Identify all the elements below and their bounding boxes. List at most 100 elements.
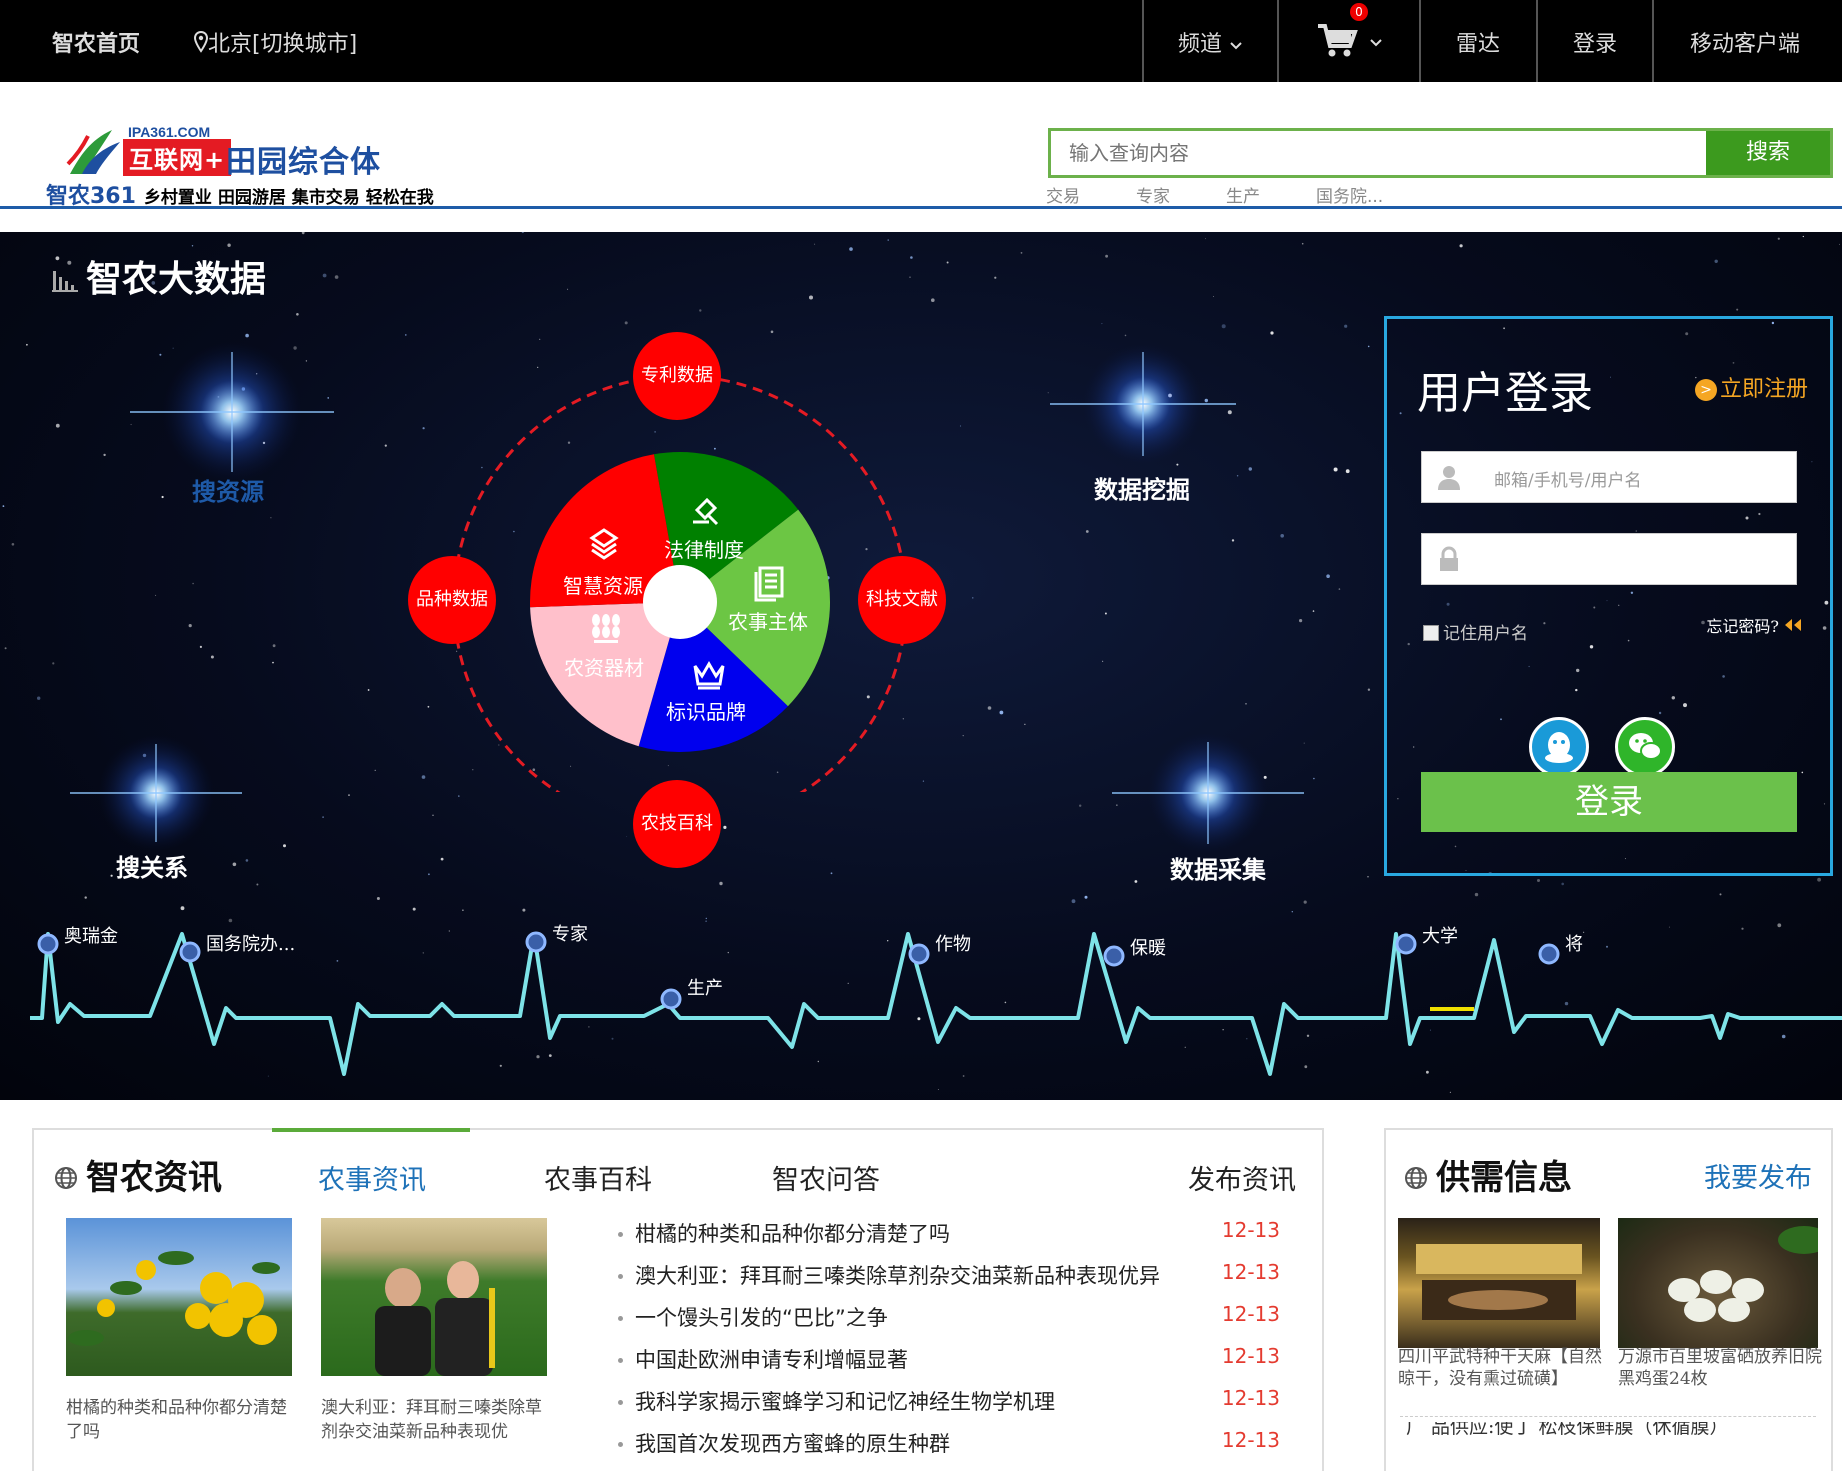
supply-thumb-eggs[interactable]	[1618, 1218, 1818, 1348]
wave-label[interactable]: 生产	[687, 974, 723, 1000]
wave-label[interactable]: 将	[1565, 930, 1583, 956]
news-item-date: 12-13	[1221, 1386, 1280, 1410]
wave-dot[interactable]	[660, 988, 682, 1010]
news-thumb-caption[interactable]: 澳大利亚：拜耳耐三嗪类除草剂杂交油菜新品种表现优	[321, 1396, 547, 1444]
heartbeat-wave	[30, 931, 1842, 1076]
mobile-client-link[interactable]: 移动客户端	[1690, 26, 1800, 58]
leaf-logo-icon	[66, 130, 120, 174]
hot-keyword[interactable]: 国务院...	[1316, 182, 1383, 207]
wave-label[interactable]: 保暖	[1130, 934, 1166, 960]
radar-link[interactable]: 雷达	[1456, 26, 1500, 58]
search-bar: 搜索	[1048, 128, 1833, 178]
wave-label[interactable]: 作物	[935, 930, 971, 956]
news-section: 智农资讯 农事资讯 农事百科 智农问答 发布资讯 柑橘的种类和品种你都分清楚了吗…	[32, 1128, 1324, 1471]
divider	[1142, 0, 1144, 82]
wave-label[interactable]: 大学	[1422, 922, 1458, 948]
news-thumb-caption[interactable]: 柑橘的种类和品种你都分清楚了吗	[66, 1396, 292, 1444]
bigdata-panel: 智农大数据 搜资源 数据挖掘 搜关系 数据采集 法律制度 智慧资源 农事主体 农…	[0, 232, 1842, 1100]
supply-list-item[interactable]: 广 品供应:使丁 松枝保鲜膜（休循膜）	[1406, 1422, 1816, 1436]
wave-label[interactable]: 奥瑞金	[64, 922, 118, 948]
news-list-item[interactable]: 我国首次发现西方蜜蜂的原生种群 12-13	[618, 1428, 1298, 1470]
wave-label[interactable]: 专家	[552, 920, 588, 946]
channel-menu[interactable]: 频道	[1178, 26, 1243, 58]
supply-thumb-caption[interactable]: 四川平武特种干天麻【自然晾干，没有熏过硫磺】	[1398, 1346, 1604, 1390]
location-pin-icon	[193, 30, 209, 53]
wave-dot[interactable]	[1395, 933, 1417, 955]
cart-button[interactable]	[1316, 20, 1383, 66]
news-thumb-canola[interactable]	[321, 1218, 547, 1376]
news-list-item[interactable]: 柑橘的种类和品种你都分清楚了吗 12-13	[618, 1218, 1298, 1260]
bullet	[618, 1316, 623, 1321]
logo-complex: 田园综合体	[226, 145, 381, 180]
hot-keyword[interactable]: 交易	[1046, 182, 1080, 207]
cart-count-badge: 0	[1350, 3, 1368, 21]
bullet	[618, 1442, 623, 1447]
logo-slogan: 乡村置业 田园游居 集市交易 轻松在我	[143, 188, 434, 208]
divider	[1400, 1416, 1816, 1417]
publish-supply-link[interactable]: 我要发布	[1704, 1156, 1812, 1195]
news-list-item[interactable]: 一个馒头引发的“巴比”之争 12-13	[618, 1302, 1298, 1344]
supply-title-text: 供需信息	[1436, 1158, 1572, 1198]
tab-farm-news[interactable]: 农事资讯	[318, 1158, 426, 1197]
bullet	[618, 1400, 623, 1405]
wave-label[interactable]: 国务院办...	[206, 930, 295, 956]
news-item-title: 柑橘的种类和品种你都分清楚了吗	[635, 1222, 950, 1246]
wave-dot[interactable]	[908, 943, 930, 965]
supply-section: 供需信息 我要发布 四川平武特种干天麻【自然晾干，没有熏过硫磺】 万源市百里坡富…	[1384, 1128, 1833, 1471]
wave-dot[interactable]	[1538, 943, 1560, 965]
hot-keyword[interactable]: 生产	[1226, 182, 1260, 207]
divider	[1419, 0, 1421, 82]
shopping-cart-icon	[1318, 24, 1358, 57]
supply-thumb-tianma[interactable]	[1398, 1218, 1600, 1348]
site-header: IPA361.COM 互联网+ 田园综合体 智农361 乡村置业 田园游居 集市交…	[0, 82, 1842, 232]
bullet	[618, 1274, 623, 1279]
news-list-item[interactable]: 澳大利亚：拜耳耐三嗪类除草剂杂交油菜新品种表现优异 12-13	[618, 1260, 1298, 1302]
tab-qa[interactable]: 智农问答	[772, 1158, 880, 1197]
news-thumb-citrus[interactable]	[66, 1218, 292, 1376]
eggs-image	[1668, 1226, 1818, 1322]
news-list-item[interactable]: 我科学家揭示蜜蜂学习和记忆神经生物学机理 12-13	[618, 1386, 1298, 1428]
news-item-title: 一个馒头引发的“巴比”之争	[635, 1306, 888, 1330]
channel-label: 频道	[1178, 32, 1223, 57]
wave-dot[interactable]	[37, 933, 59, 955]
news-item-title: 中国赴欧洲申请专利增幅显著	[635, 1348, 908, 1372]
top-nav-bar: 智农首页 北京[切换城市] 频道 0 雷达 登录 移动客户端	[0, 0, 1842, 82]
logo-internet-plus: 互联网+	[123, 139, 232, 176]
news-item-date: 12-13	[1221, 1302, 1280, 1326]
news-item-title: 我国首次发现西方蜜蜂的原生种群	[635, 1432, 950, 1456]
tab-farm-encyclopedia[interactable]: 农事百科	[544, 1158, 652, 1197]
header-divider	[0, 206, 1842, 209]
search-button[interactable]: 搜索	[1706, 131, 1830, 175]
location-switcher[interactable]: 北京[切换城市]	[193, 26, 358, 58]
login-link[interactable]: 登录	[1573, 26, 1617, 58]
wave-dot[interactable]	[179, 941, 201, 963]
wave-dot[interactable]	[525, 931, 547, 953]
wave-dot[interactable]	[1103, 945, 1125, 967]
hot-keyword[interactable]: 专家	[1136, 182, 1170, 207]
globe-icon	[55, 1167, 77, 1189]
news-item-date: 12-13	[1221, 1218, 1280, 1242]
active-tab-indicator	[272, 1128, 470, 1132]
news-item-date: 12-13	[1221, 1344, 1280, 1368]
news-section-title: 智农资讯	[54, 1150, 222, 1199]
divider	[1277, 0, 1279, 82]
home-link[interactable]: 智农首页	[52, 26, 140, 58]
bullet	[618, 1358, 623, 1363]
location-label: 北京[切换城市]	[208, 32, 358, 57]
divider	[1652, 0, 1654, 82]
news-item-date: 12-13	[1221, 1428, 1280, 1452]
farmers-image	[375, 1261, 495, 1376]
news-item-date: 12-13	[1221, 1260, 1280, 1284]
search-input[interactable]	[1051, 131, 1691, 175]
news-list-item[interactable]: 中国赴欧洲申请专利增幅显著 12-13	[618, 1344, 1298, 1386]
news-title-text: 智农资讯	[86, 1158, 222, 1198]
supply-thumb-caption[interactable]: 万源市百里坡富硒放养旧院黑鸡蛋24枚	[1618, 1346, 1824, 1390]
citrus-image	[68, 1251, 280, 1346]
chevron-down-icon	[1230, 42, 1242, 50]
news-item-title: 我科学家揭示蜜蜂学习和记忆神经生物学机理	[635, 1390, 1055, 1414]
publish-news-link[interactable]: 发布资讯	[1188, 1158, 1296, 1197]
globe-icon	[1405, 1167, 1427, 1189]
chevron-down-icon	[1370, 39, 1382, 47]
news-item-title: 澳大利亚：拜耳耐三嗪类除草剂杂交油菜新品种表现优异	[635, 1264, 1160, 1288]
bullet	[618, 1232, 623, 1237]
